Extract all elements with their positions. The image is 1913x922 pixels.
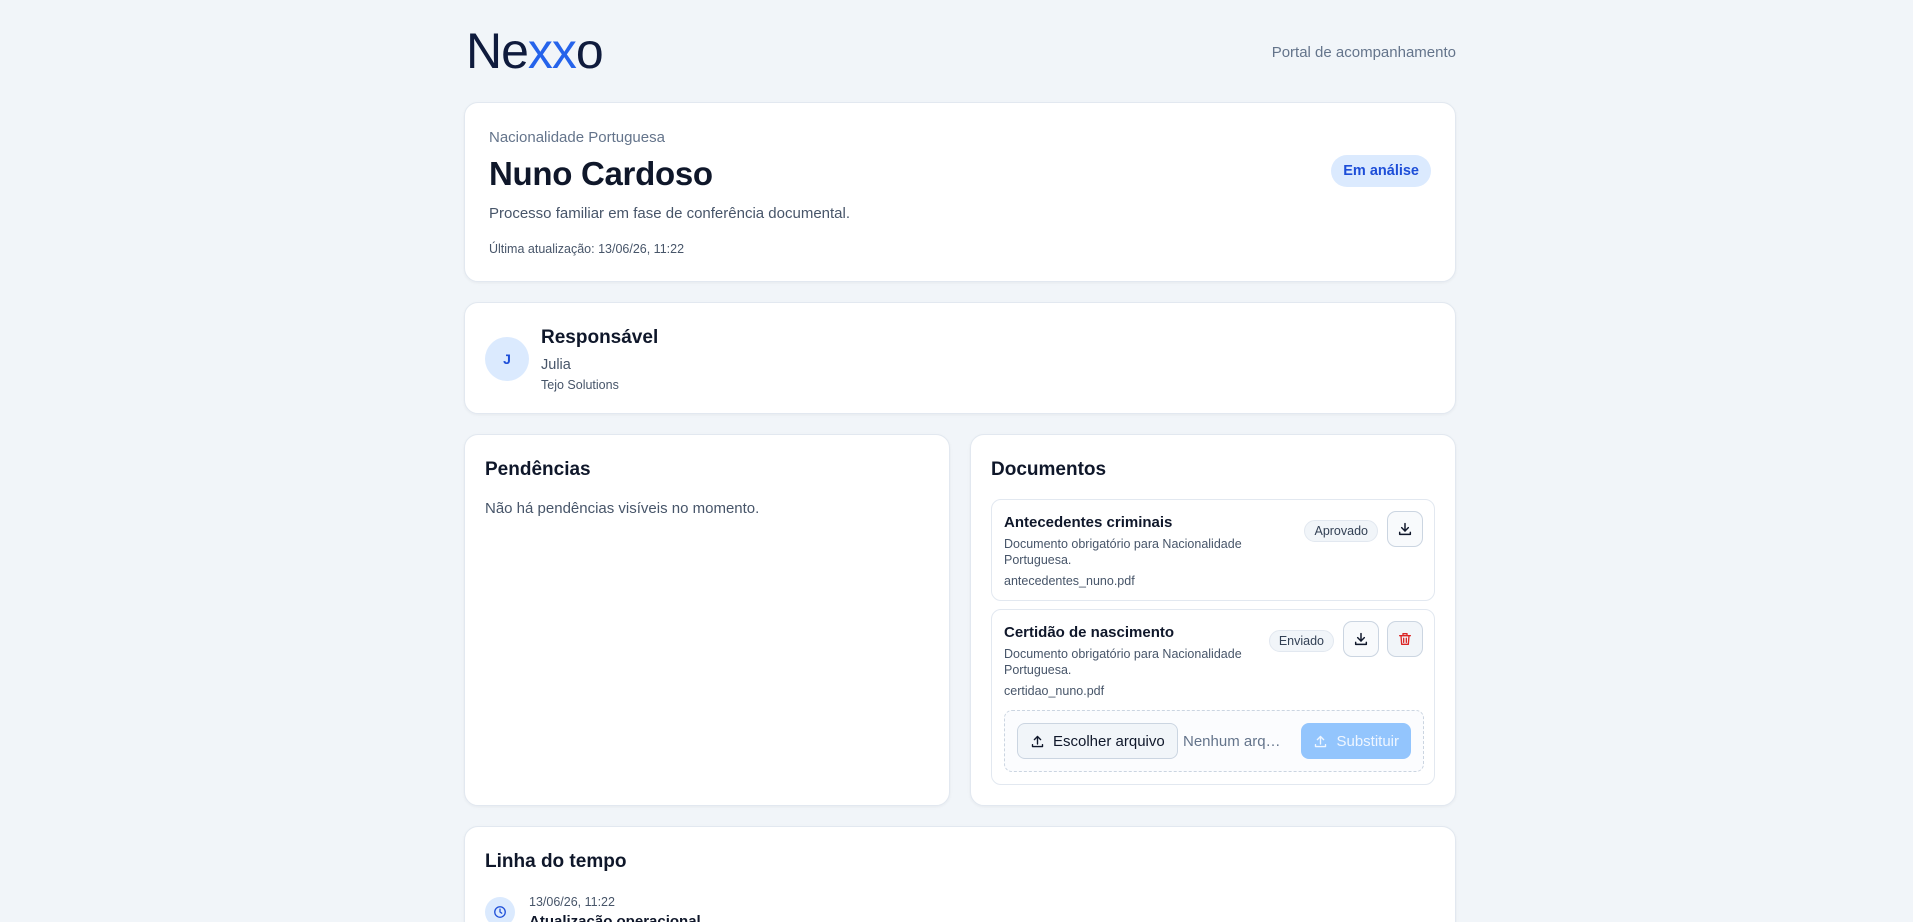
responsible-title: Responsável [541, 327, 659, 348]
upload-icon [1030, 734, 1045, 749]
process-description: Processo familiar em fase de conferência… [489, 205, 851, 222]
document-requirement: Documento obrigatório para Nacionalidade… [1004, 647, 1242, 677]
document-title: Antecedentes criminais [1004, 514, 1173, 531]
replace-label: Substituir [1336, 732, 1399, 750]
timeline-item-title: Atualização operacional [529, 913, 701, 922]
process-type: Nacionalidade Portuguesa [489, 129, 665, 146]
page: Nexxo Portal de acompanhamento Nacionali… [464, 0, 1456, 922]
document-item: Certidão de nascimento Documento obrigat… [991, 609, 1435, 785]
clock-icon [485, 897, 515, 922]
pending-card: Pendências Não há pendências visíveis no… [464, 434, 950, 806]
document-requirement: Documento obrigatório para Nacionalidade… [1004, 537, 1242, 567]
logo-wordmark: Nexxo [466, 23, 604, 79]
choose-file-label: Escolher arquivo [1053, 732, 1165, 750]
avatar: J [485, 337, 529, 381]
file-upload-area: Escolher arquivo Nenhum arquivo escolhid… [1004, 710, 1424, 772]
trash-icon [1397, 631, 1413, 647]
top-bar: Nexxo Portal de acompanhamento [464, 0, 1456, 102]
choose-file-button[interactable]: Escolher arquivo [1017, 723, 1178, 759]
process-summary-card: Nacionalidade Portuguesa Nuno Cardoso Pr… [464, 102, 1456, 282]
delete-button[interactable] [1387, 621, 1423, 657]
timeline-item-date: 13/06/26, 11:22 [529, 895, 615, 909]
status-badge: Em análise [1331, 155, 1431, 187]
download-icon [1353, 631, 1369, 647]
timeline-title: Linha do tempo [485, 851, 627, 872]
selected-file-text: Nenhum arquivo escolhido [1183, 733, 1287, 750]
document-item: Antecedentes criminais Documento obrigat… [991, 499, 1435, 601]
pending-empty-text: Não há pendências visíveis no momento. [485, 500, 760, 517]
documents-card: Documentos Antecedentes criminais Docume… [970, 434, 1456, 806]
pending-title: Pendências [485, 459, 591, 480]
responsible-person: Julia [541, 357, 571, 373]
responsible-card: J Responsável Julia Tejo Solutions [464, 302, 1456, 414]
download-button[interactable] [1387, 511, 1423, 547]
replace-button[interactable]: Substituir [1301, 723, 1411, 759]
client-name: Nuno Cardoso [489, 155, 713, 192]
document-title: Certidão de nascimento [1004, 624, 1175, 641]
download-button[interactable] [1343, 621, 1379, 657]
upload-icon [1313, 734, 1328, 749]
download-icon [1397, 521, 1413, 537]
timeline-card: Linha do tempo 13/06/26, 11:22 Atualizaç… [464, 826, 1456, 922]
last-update: Última atualização: 13/06/26, 11:22 [489, 242, 685, 256]
document-file-name: antecedentes_nuno.pdf [1004, 574, 1135, 588]
document-file-name: certidao_nuno.pdf [1004, 684, 1105, 698]
responsible-company: Tejo Solutions [541, 378, 619, 392]
portal-link[interactable]: Portal de acompanhamento [1272, 44, 1456, 61]
documents-title: Documentos [991, 459, 1107, 480]
document-status-badge: Enviado [1268, 630, 1334, 652]
document-status-badge: Aprovado [1304, 520, 1378, 542]
nexxo-logo[interactable]: Nexxo [466, 23, 604, 79]
